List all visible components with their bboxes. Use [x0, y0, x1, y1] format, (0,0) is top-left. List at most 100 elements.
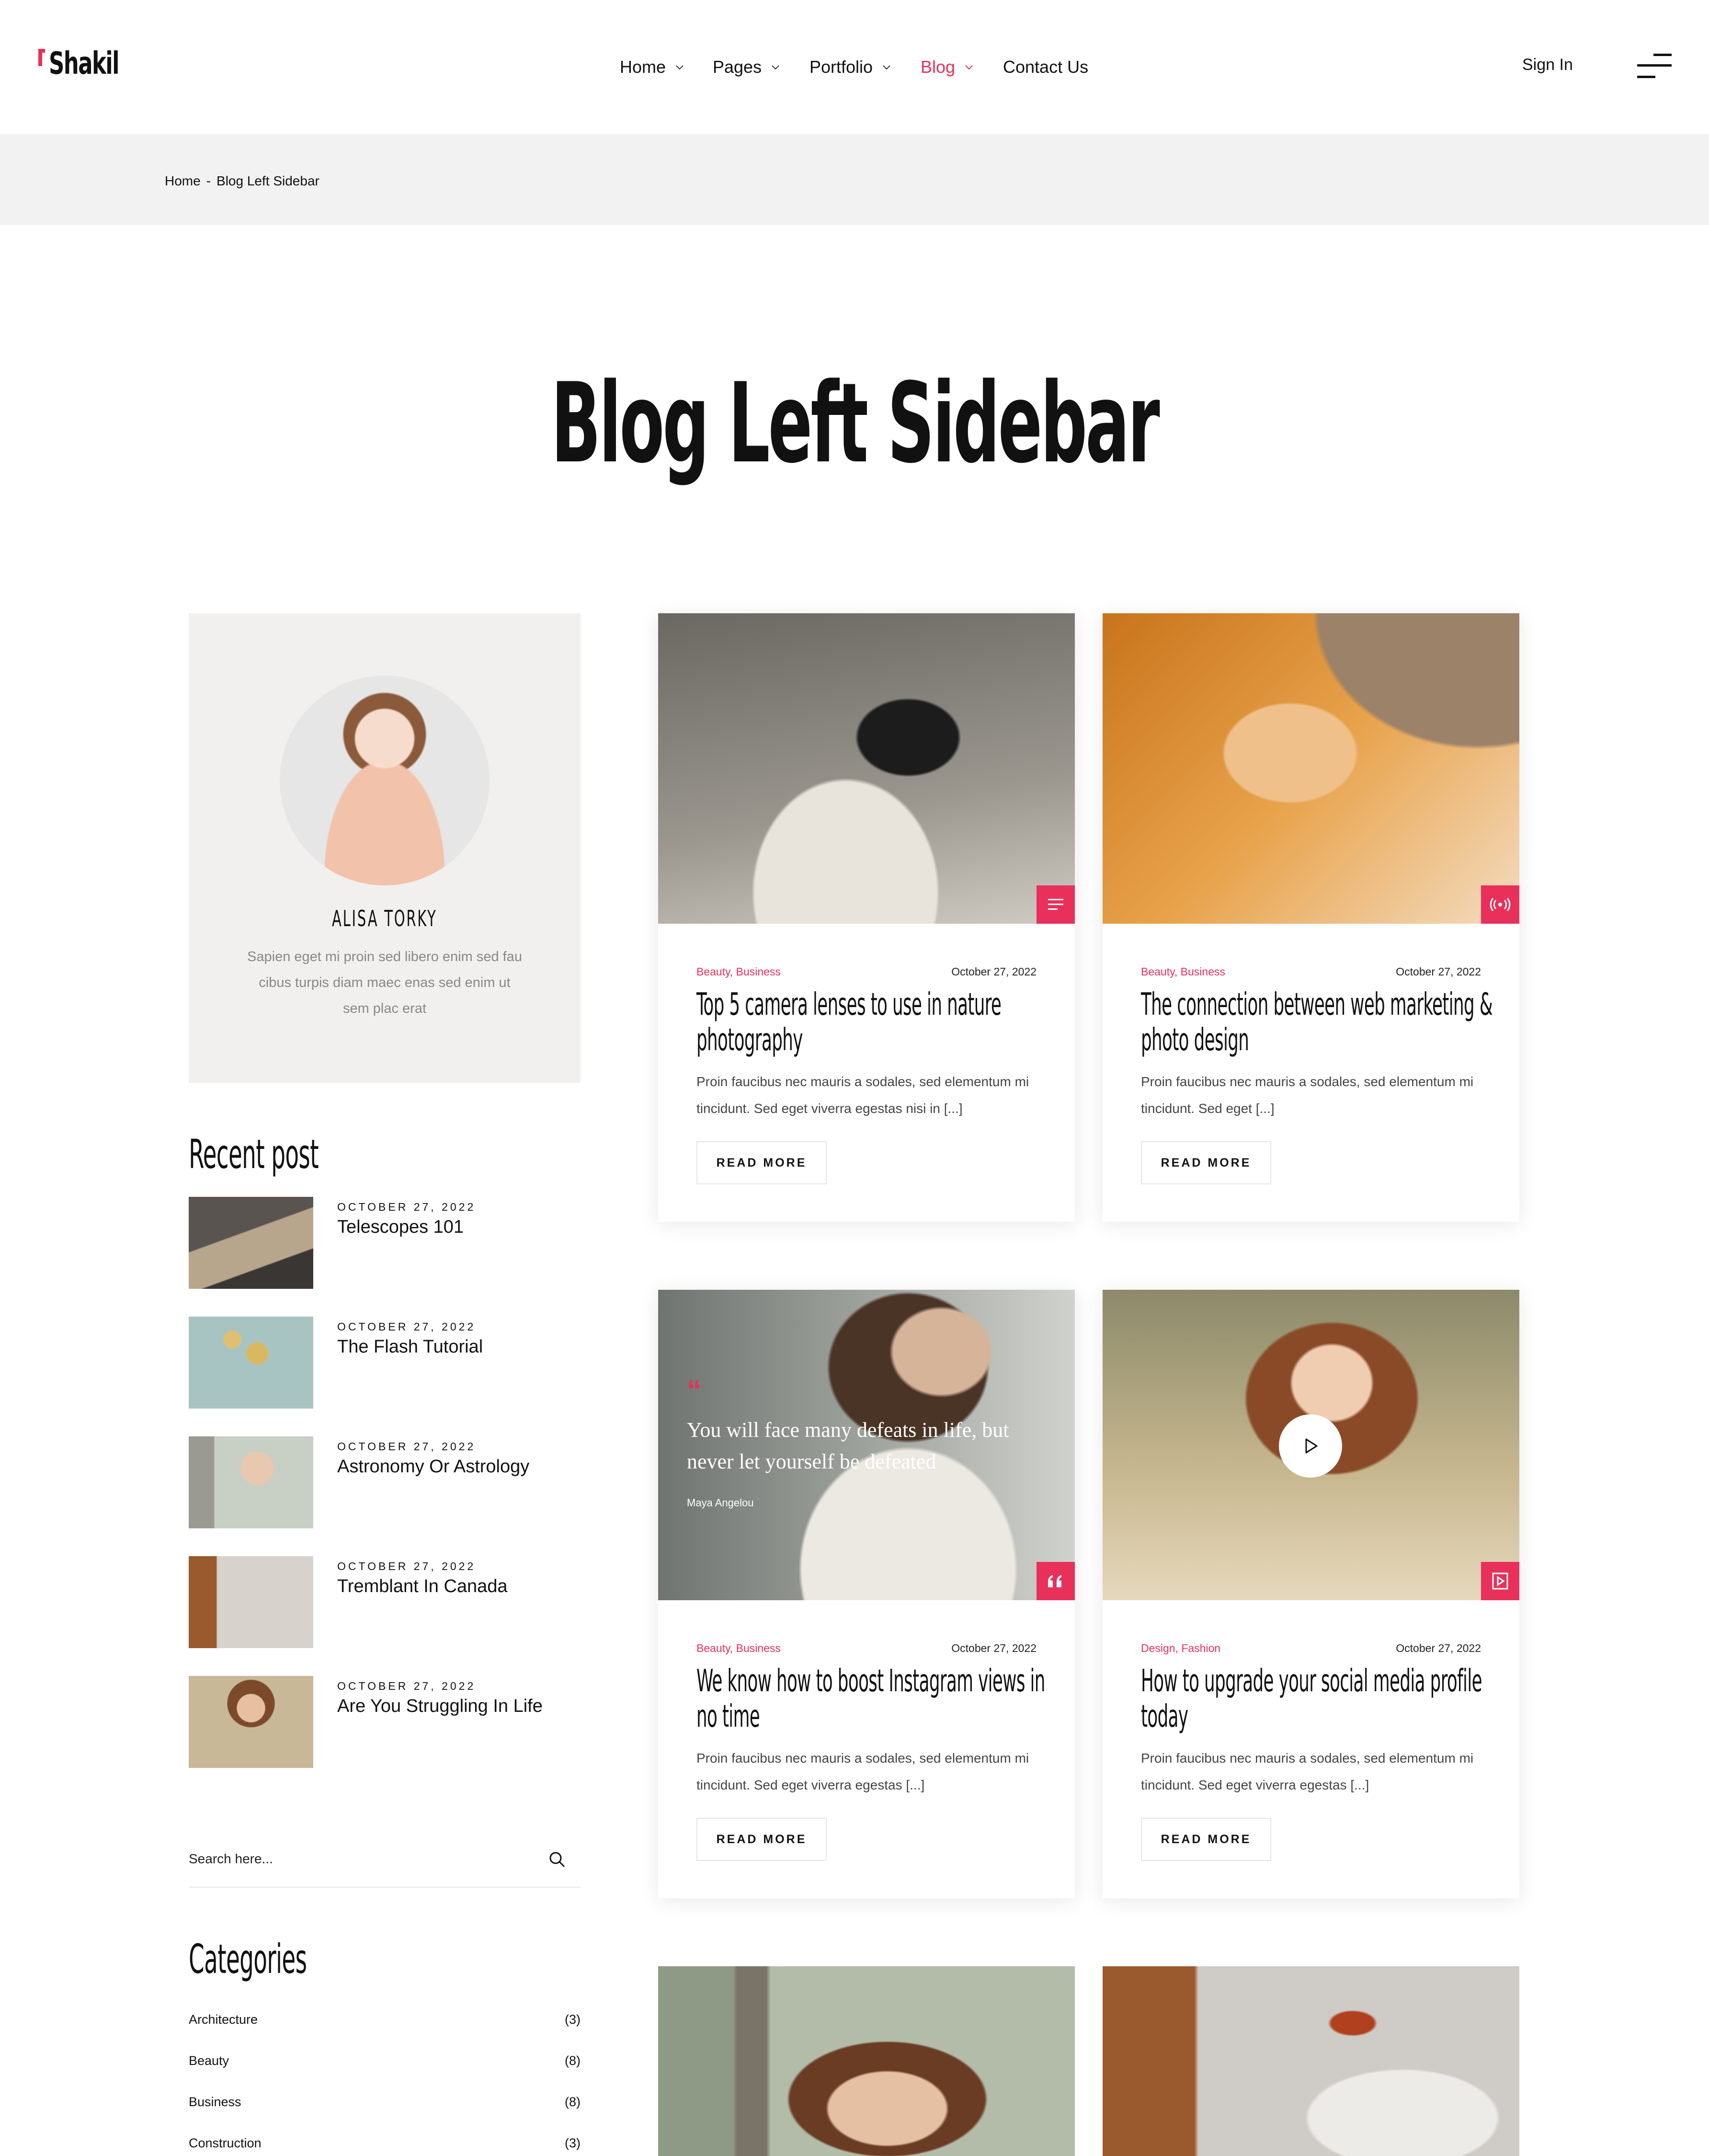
logo-mark [38, 49, 45, 66]
post-date: October 27, 2022 [1396, 965, 1481, 978]
breadcrumb-separator: - [206, 173, 211, 188]
quote-mark: “ [687, 1374, 701, 1406]
post-title-text: The connection between web marketing & p… [1141, 987, 1493, 1058]
category-name: Architecture [189, 2012, 258, 2027]
recent-post-title[interactable]: Astronomy Or Astrology [337, 1456, 529, 1477]
search-widget [189, 1830, 581, 1888]
post-title[interactable]: The connection between web marketing & p… [1141, 987, 1505, 1058]
recent-post-title[interactable]: Are You Struggling In Life [337, 1696, 543, 1717]
category-name: Construction [189, 2136, 262, 2150]
post-image[interactable] [1103, 1290, 1519, 1600]
category-name: Beauty [189, 2053, 229, 2068]
post-title-text: Top 5 camera lenses to use in nature pho… [696, 987, 1002, 1058]
about-widget: ALISA TORKY Sapien eget mi proin sed lib… [189, 613, 581, 1083]
read-more-button[interactable]: READ MORE [696, 1141, 827, 1184]
logo-text: Shakil [49, 46, 119, 81]
recent-post-item[interactable]: OCTOBER 27, 2022 Astronomy Or Astrology [189, 1436, 581, 1528]
breadcrumb-current: Blog Left Sidebar [216, 173, 319, 188]
post-title-text: We know how to boost Instagram views in … [696, 1663, 1045, 1734]
post-excerpt: Proin faucibus nec mauris a sodales, sed… [696, 1751, 1029, 1792]
breadcrumb-home[interactable]: Home [165, 173, 201, 189]
blog-card: Beauty, Business October 27, 2022 The co… [1103, 613, 1519, 1222]
quote-text: You will face many defeats in life, but … [687, 1418, 1009, 1473]
search-icon[interactable] [548, 1850, 566, 1869]
recent-post-thumbnail[interactable] [189, 1556, 313, 1648]
post-categories[interactable]: Design, Fashion [1141, 1642, 1220, 1655]
nav-label: Contact Us [1003, 57, 1089, 77]
post-title[interactable]: How to upgrade your social media profile… [1141, 1663, 1505, 1734]
post-title[interactable]: Top 5 camera lenses to use in nature pho… [696, 987, 1060, 1058]
menu-icon[interactable] [1637, 53, 1672, 80]
post-image[interactable] [658, 613, 1075, 924]
recent-post-title[interactable]: The Flash Tutorial [337, 1337, 483, 1357]
post-excerpt: Proin faucibus nec mauris a sodales, sed… [1141, 1751, 1474, 1792]
recent-post-date: OCTOBER 27, 2022 [337, 1440, 476, 1453]
search-input[interactable] [189, 1845, 524, 1873]
breadcrumb: Home - Blog Left Sidebar [165, 173, 319, 189]
nav-item-portfolio[interactable]: Portfolio [809, 53, 892, 81]
recent-post-thumbnail[interactable] [189, 1436, 313, 1528]
chevron-down-icon [772, 65, 779, 70]
recent-post-item[interactable]: OCTOBER 27, 2022 Tremblant In Canada [189, 1556, 581, 1648]
quote-author: Maya Angelou [687, 1497, 754, 1509]
post-categories[interactable]: Beauty, Business [696, 965, 781, 978]
recent-post-date: OCTOBER 27, 2022 [337, 1201, 476, 1213]
nav-item-contact[interactable]: Contact Us [1003, 53, 1088, 81]
recent-post-heading-text: Recent post [189, 1131, 319, 1178]
about-name-text: ALISA TORKY [332, 906, 437, 931]
categories-heading: Categories [189, 1936, 379, 1983]
nav-item-home[interactable]: Home [620, 53, 685, 81]
post-date: October 27, 2022 [1396, 1642, 1481, 1654]
post-format-badge [1037, 1562, 1075, 1600]
nav-label: Home [620, 57, 666, 77]
category-item[interactable]: Construction (3) [189, 2136, 581, 2156]
recent-post-thumbnail[interactable] [189, 1317, 313, 1409]
recent-post-title[interactable]: Tremblant In Canada [337, 1576, 508, 1597]
video-play-button[interactable] [1279, 1414, 1342, 1478]
broadcast-icon [1490, 898, 1511, 911]
recent-post-thumbnail[interactable] [189, 1676, 313, 1768]
post-image[interactable] [658, 1966, 1075, 2156]
post-title-text: How to upgrade your social media profile… [1141, 1663, 1482, 1734]
post-categories[interactable]: Beauty, Business [696, 1642, 781, 1655]
page-title-text: Blog Left Sidebar [551, 360, 1160, 488]
post-image[interactable] [1103, 613, 1519, 924]
category-item[interactable]: Business (8) [189, 2095, 581, 2119]
logo[interactable]: Shakil [38, 46, 138, 89]
category-item[interactable]: Beauty (8) [189, 2053, 581, 2077]
category-name: Business [189, 2095, 241, 2109]
recent-post-thumbnail[interactable] [189, 1197, 313, 1289]
post-image[interactable] [1103, 1966, 1519, 2156]
nav-label: Pages [713, 57, 762, 77]
blog-card [1103, 1966, 1519, 2156]
category-count: (8) [565, 2095, 581, 2109]
nav-item-pages[interactable]: Pages [713, 53, 781, 81]
post-excerpt: Proin faucibus nec mauris a sodales, sed… [696, 1074, 1029, 1116]
recent-post-title[interactable]: Telescopes 101 [337, 1217, 464, 1238]
post-image[interactable]: “ You will face many defeats in life, bu… [658, 1290, 1075, 1600]
video-icon [1492, 1572, 1508, 1590]
recent-post-date: OCTOBER 27, 2022 [337, 1680, 476, 1692]
sign-in-link[interactable]: Sign In [1522, 56, 1573, 74]
play-icon [1305, 1438, 1318, 1454]
post-date: October 27, 2022 [951, 965, 1037, 978]
page-title: Blog Left Sidebar [0, 369, 1709, 479]
recent-post-item[interactable]: OCTOBER 27, 2022 Telescopes 101 [189, 1197, 581, 1289]
blog-card: Design, Fashion October 27, 2022 How to … [1103, 1290, 1519, 1898]
recent-post-item[interactable]: OCTOBER 27, 2022 Are You Struggling In L… [189, 1676, 581, 1768]
post-categories[interactable]: Beauty, Business [1141, 965, 1225, 978]
post-title[interactable]: We know how to boost Instagram views in … [696, 1663, 1060, 1734]
post-date: October 27, 2022 [951, 1642, 1037, 1654]
nav-label: Portfolio [809, 57, 873, 77]
about-text: Sapien eget mi proin sed libero enim sed… [247, 949, 522, 1016]
recent-post-date: OCTOBER 27, 2022 [337, 1320, 476, 1333]
nav-item-blog[interactable]: Blog [921, 53, 974, 81]
read-more-button[interactable]: READ MORE [696, 1818, 827, 1861]
read-more-button[interactable]: READ MORE [1141, 1141, 1271, 1184]
category-item[interactable]: Architecture (3) [189, 2012, 581, 2036]
recent-post-item[interactable]: OCTOBER 27, 2022 The Flash Tutorial [189, 1317, 581, 1409]
category-count: (3) [565, 2136, 581, 2150]
text-lines-icon [1048, 899, 1063, 910]
read-more-button[interactable]: READ MORE [1141, 1818, 1271, 1861]
recent-post-date: OCTOBER 27, 2022 [337, 1560, 476, 1572]
